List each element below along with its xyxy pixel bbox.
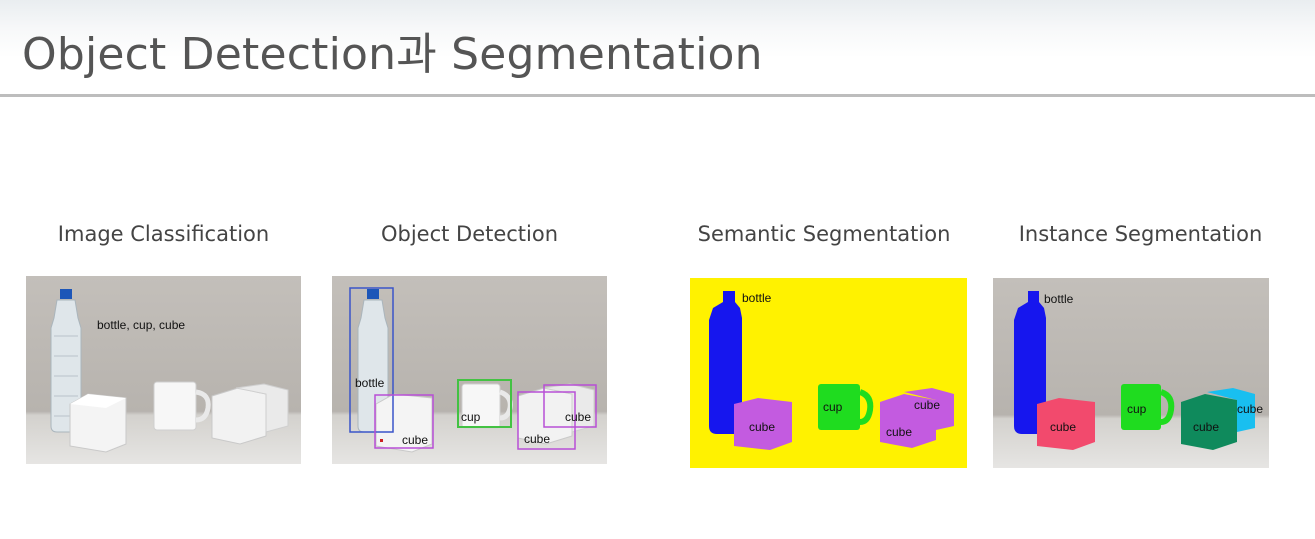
cube-object (69, 393, 127, 453)
label-object-detection: Object Detection (380, 222, 559, 246)
semantic-tag-bottle: bottle (742, 291, 772, 305)
object-detection-photo: bottle cup cube cube cube (332, 276, 607, 464)
label-semantic-segmentation: Semantic Segmentation (697, 222, 951, 246)
detection-tag-cup: cup (461, 410, 481, 424)
detection-tag-cube: cube (565, 410, 591, 424)
slide-title: Object Detection과 Segmentation (22, 29, 763, 80)
image-classification-photo: bottle, cup, cube (26, 276, 301, 464)
semantic-tag-cup: cup (823, 400, 843, 414)
semantic-tag-cube: cube (749, 420, 775, 434)
detection-tag-bottle: bottle (355, 376, 385, 390)
instance-tag-cube: cube (1237, 402, 1263, 416)
detection-tag-cube: cube (524, 432, 550, 446)
semantic-tag-cube: cube (914, 398, 940, 412)
instance-tag-cube: cube (1050, 420, 1076, 434)
instance-tag-bottle: bottle (1044, 292, 1074, 306)
semantic-tag-cube: cube (886, 425, 912, 439)
label-image-classification: Image Classification (57, 222, 270, 246)
marker-dot (380, 439, 383, 442)
label-instance-segmentation: Instance Segmentation (1018, 222, 1263, 246)
title-divider (0, 94, 1315, 97)
instance-tag-cube: cube (1193, 420, 1219, 434)
classification-caption: bottle, cup, cube (97, 318, 185, 332)
semantic-segmentation-image: bottle cup cube cube cube (690, 278, 967, 468)
detection-tag-cube: cube (402, 433, 428, 447)
instance-segmentation-image: bottle cup cube cube cube (993, 278, 1269, 468)
instance-tag-cup: cup (1127, 402, 1147, 416)
